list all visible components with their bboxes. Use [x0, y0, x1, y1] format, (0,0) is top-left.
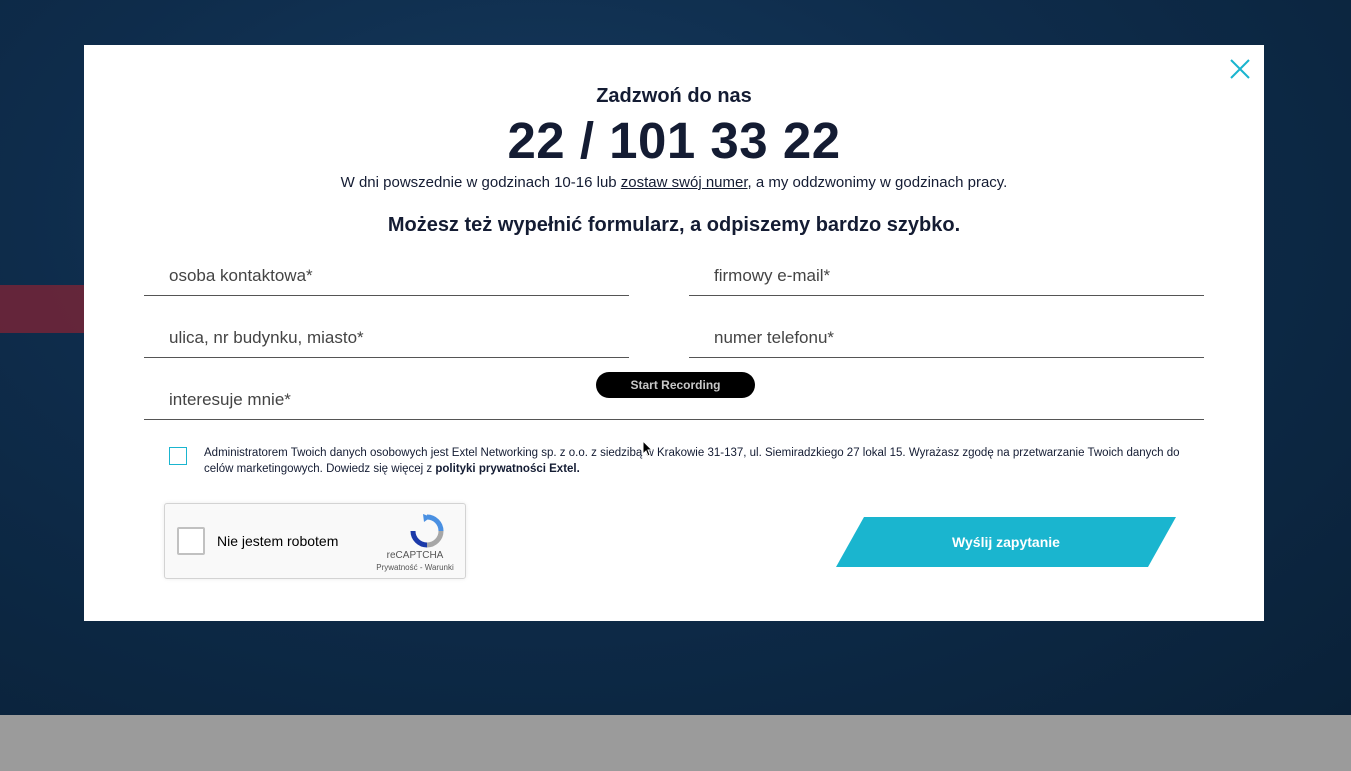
submit-label: Wyślij zapytanie: [952, 534, 1060, 550]
start-recording-button[interactable]: Start Recording: [596, 372, 755, 398]
mouse-cursor-icon: [642, 440, 654, 457]
close-icon[interactable]: [1228, 57, 1252, 81]
hours-suffix: , a my oddzwonimy w godzinach pracy.: [747, 174, 1008, 191]
backdrop-accent: [0, 285, 84, 333]
submit-button[interactable]: Wyślij zapytanie: [836, 517, 1176, 567]
contact-person-input[interactable]: [144, 256, 629, 296]
consent-text: Administratorem Twoich danych osobowych …: [204, 445, 1194, 477]
phone-number[interactable]: 22 / 101 33 22: [84, 111, 1264, 170]
recaptcha-label: Nie jestem robotem: [217, 533, 339, 549]
company-email-input[interactable]: [689, 256, 1204, 296]
recaptcha-checkbox[interactable]: [177, 527, 205, 555]
leave-number-link[interactable]: zostaw swój numer: [621, 174, 748, 191]
hours-info: W dni powszednie w godzinach 10-16 lub z…: [84, 174, 1264, 191]
recaptcha-widget: Nie jestem robotem reCAPTCHA Prywatność …: [164, 503, 466, 579]
phone-input[interactable]: [689, 318, 1204, 358]
call-label: Zadzwoń do nas: [596, 85, 752, 107]
privacy-policy-link[interactable]: polityki prywatności Extel.: [435, 463, 579, 475]
address-input[interactable]: [144, 318, 629, 358]
bottom-strip: [0, 715, 1351, 771]
close-button[interactable]: [1228, 57, 1252, 81]
consent-checkbox[interactable]: [169, 447, 187, 465]
contact-modal: Zadzwoń do nas 22 / 101 33 22 W dni pows…: [84, 45, 1264, 621]
recaptcha-links[interactable]: Prywatność - Warunki: [365, 563, 465, 572]
hours-prefix: W dni powszednie w godzinach 10-16 lub: [340, 174, 621, 191]
recaptcha-brand: reCAPTCHA: [386, 550, 444, 561]
recaptcha-logo-icon: [410, 514, 444, 548]
form-heading: Możesz też wypełnić formularz, a odpisze…: [387, 214, 961, 236]
consent-body: Administratorem Twoich danych osobowych …: [204, 447, 1180, 475]
